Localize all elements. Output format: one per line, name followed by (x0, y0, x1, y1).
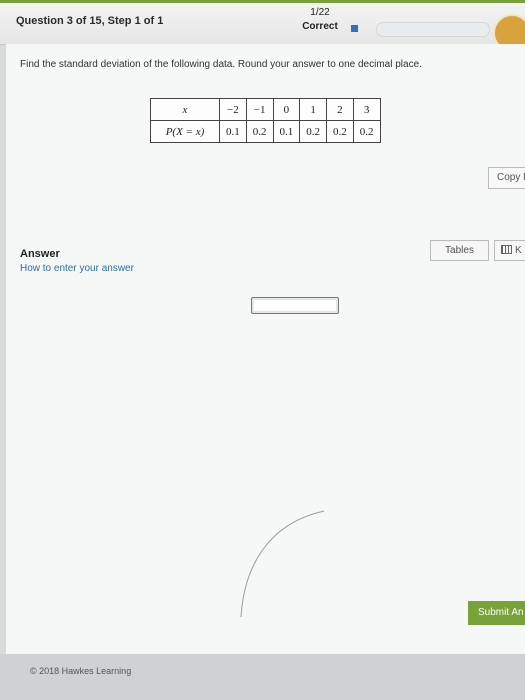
copyright-text: © 2018 Hawkes Learning (30, 666, 132, 676)
table-row: P(X = x) 0.1 0.2 0.1 0.2 0.2 0.2 (150, 120, 381, 143)
top-accent-line (0, 0, 525, 3)
answer-input[interactable] (251, 297, 339, 314)
question-panel: Find the standard deviation of the follo… (6, 44, 525, 654)
question-instruction: Find the standard deviation of the follo… (20, 59, 422, 70)
progress-track (376, 22, 490, 37)
question-label: Question 3 of 15, Step 1 of 1 (16, 15, 164, 27)
table-cell: 0.2 (326, 120, 354, 143)
answer-title: Answer (20, 248, 60, 260)
table-cell: 0.1 (219, 120, 247, 143)
probability-table: x −2 −1 0 1 2 3 P(X = x) 0.1 0.2 0.1 0.2… (150, 98, 381, 143)
progress-indicator: 1/22 Correct (298, 6, 342, 34)
table-row: x −2 −1 0 1 2 3 (150, 98, 381, 121)
pen-stroke-icon (240, 510, 325, 618)
table-cell: 0.2 (352, 120, 381, 143)
progress-marker-icon (351, 25, 358, 32)
progress-status: Correct (302, 21, 338, 32)
progress-count: 1/22 (310, 7, 330, 18)
table-cell: 0.2 (245, 120, 274, 143)
copy-data-button[interactable]: Copy D (488, 167, 525, 189)
submit-answer-button[interactable]: Submit An (468, 601, 525, 625)
table-cell: −1 (245, 98, 274, 121)
table-cell: 3 (352, 98, 381, 121)
table-cell: 1 (299, 98, 327, 121)
tables-button[interactable]: Tables (430, 240, 489, 261)
how-to-enter-link[interactable]: How to enter your answer (20, 263, 134, 274)
table-cell: 2 (326, 98, 354, 121)
table-cell: −2 (219, 98, 247, 121)
keypad-button[interactable]: K (494, 240, 525, 261)
table-cell: 0.2 (299, 120, 327, 143)
keypad-label: K (515, 245, 522, 256)
footer: © 2018 Hawkes Learning (0, 654, 525, 700)
table-header-x: x (150, 98, 220, 121)
table-cell: 0.1 (272, 120, 301, 143)
keypad-icon (501, 245, 512, 254)
table-cell: 0 (272, 98, 301, 121)
table-header-p: P(X = x) (150, 120, 220, 143)
top-bar: Question 3 of 15, Step 1 of 1 1/22 Corre… (0, 0, 525, 52)
